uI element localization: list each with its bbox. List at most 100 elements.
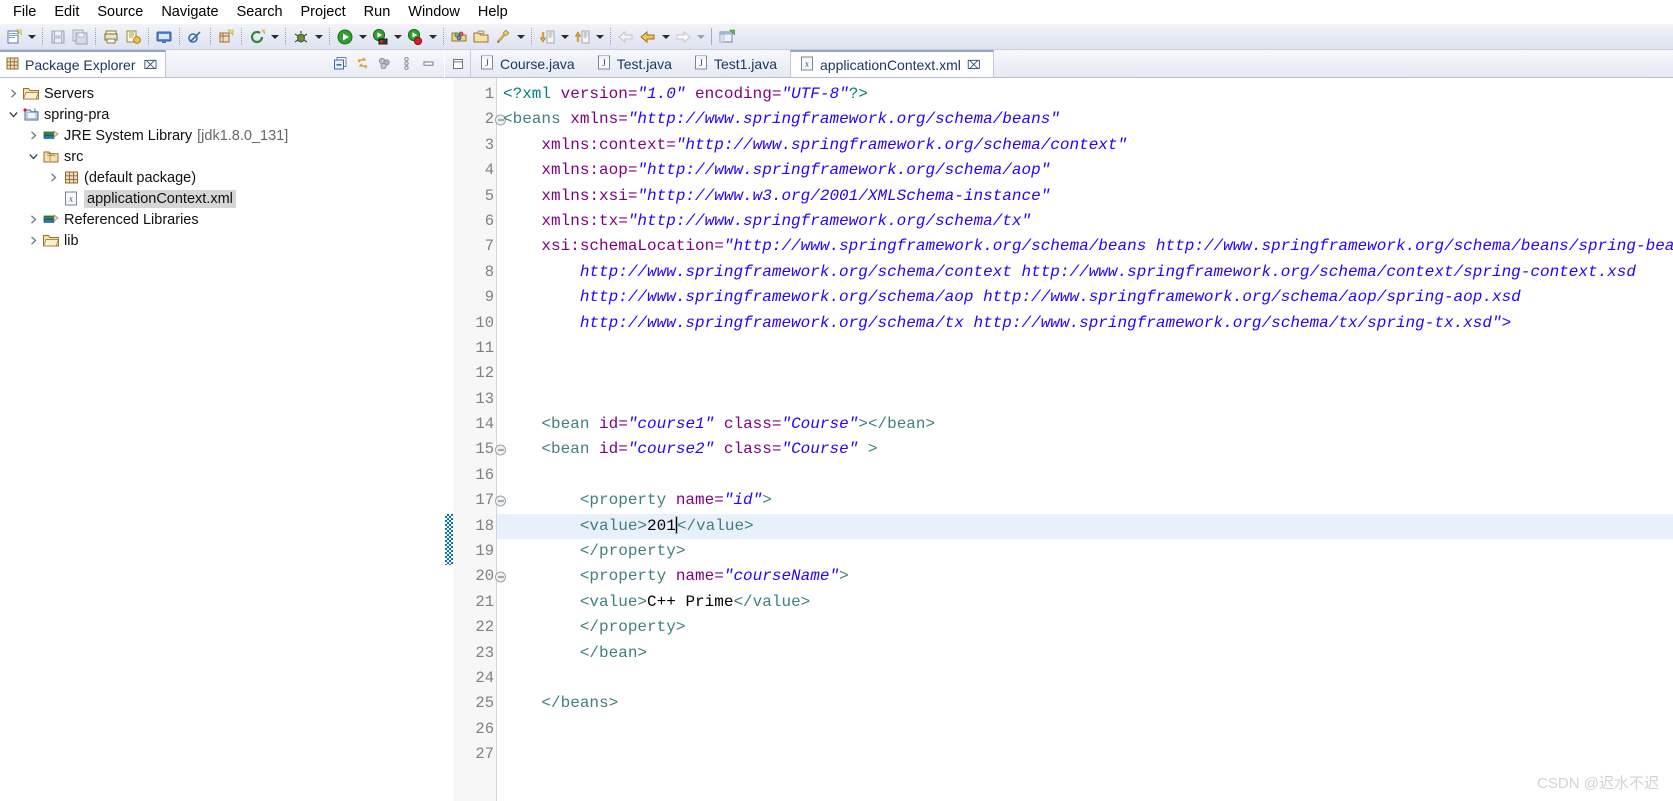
chevron-right-icon[interactable] [4,84,22,104]
menu-item-search[interactable]: Search [228,2,292,22]
menu-item-window[interactable]: Window [399,2,469,22]
code-line[interactable]: xmlns:tx="http://www.springframework.org… [497,209,1673,234]
open-type-icon[interactable] [448,26,470,48]
code-line[interactable]: <beans xmlns="http://www.springframework… [497,107,1673,132]
next-annotation-dropdown-arrow[interactable] [558,26,571,48]
chevron-right-icon[interactable] [24,126,42,146]
stop-server-dropdown-arrow[interactable] [426,26,439,48]
code-token: id= [599,440,628,459]
code-line[interactable] [497,361,1673,386]
stop-server-icon[interactable] [404,26,426,48]
new-wizard-dropdown-arrow[interactable] [25,26,38,48]
next-annotation-icon[interactable] [536,26,558,48]
search-icon[interactable] [492,26,514,48]
tree-item-applicationcontext-xml[interactable]: x applicationContext.xml [0,188,444,209]
project-tree[interactable]: Servers spring-pra JRE System Library [jdk1… [0,78,444,801]
debug-dropdown-arrow[interactable] [312,26,325,48]
back-dropdown-arrow[interactable] [659,26,672,48]
code-line[interactable]: http://www.springframework.org/schema/co… [497,260,1673,285]
code-line[interactable]: <bean id="course2" class="Course" > [497,437,1673,462]
code-line[interactable]: http://www.springframework.org/schema/tx… [497,311,1673,336]
code-line[interactable] [497,666,1673,691]
code-line[interactable] [497,336,1673,361]
search-dropdown-arrow[interactable] [514,26,527,48]
tab-package-explorer[interactable]: Package Explorer ⌧ [0,50,167,77]
menu-item-edit[interactable]: Edit [45,2,88,22]
code-line[interactable]: <value>201</value> [497,513,1673,540]
code-text[interactable]: <?xml version="1.0" encoding="UTF-8"?> <b… [497,78,1673,801]
code-line[interactable]: <?xml version="1.0" encoding="UTF-8"?> [497,82,1673,107]
editor-tab-test-java[interactable]: J Test.java [588,50,685,77]
menu-item-source[interactable]: Source [88,2,152,22]
link-with-editor-icon[interactable] [352,54,372,74]
code-line[interactable]: <value>C++ Prime</value> [497,590,1673,615]
menu-item-project[interactable]: Project [292,2,355,22]
print-icon[interactable] [100,26,122,48]
code-line[interactable]: </property> [497,615,1673,640]
chevron-down-icon[interactable] [4,105,22,125]
source-editor[interactable]: 1 2 3 4 5 6 7 8 9 10 11 12 13 14 15 16 17 18 19 20 21 22 23 24 2… [445,78,1673,801]
code-line[interactable]: </property> [497,539,1673,564]
chevron-right-icon[interactable] [44,168,62,188]
previous-annotation-dropdown-arrow[interactable] [593,26,606,48]
new-package-icon[interactable] [215,26,237,48]
code-line[interactable] [497,387,1673,412]
tree-item-jre-system-library[interactable]: JRE System Library [jdk1.8.0_131] [0,125,444,146]
restore-icon[interactable] [445,50,471,77]
save-all-icon[interactable] [69,26,91,48]
tree-item-lib[interactable]: lib [0,230,444,251]
menu-item-help[interactable]: Help [469,2,517,22]
tree-item-src[interactable]: src [0,146,444,167]
editor-tab-course-java[interactable]: J Course.java [471,50,588,77]
view-menu-icon[interactable] [374,54,394,74]
forward-dropdown-arrow[interactable] [694,26,707,48]
close-icon[interactable]: ⌧ [144,58,158,72]
menu-item-run[interactable]: Run [355,2,400,22]
code-token: <bean [541,415,600,434]
editor-tab-applicationcontext-xml[interactable]: x applicationContext.xml ⌧ [790,50,994,77]
close-icon[interactable]: ⌧ [967,58,981,72]
editor-tab-test1-java[interactable]: J Test1.java [685,50,790,77]
view-options-icon[interactable] [396,54,416,74]
build-all-icon[interactable] [122,26,144,48]
run-dropdown-arrow[interactable] [356,26,369,48]
menu-item-navigate[interactable]: Navigate [152,2,227,22]
code-line[interactable]: </bean> [497,641,1673,666]
collapse-all-icon[interactable] [330,54,350,74]
previous-annotation-icon[interactable] [571,26,593,48]
code-line[interactable]: <property name="courseName"> [497,564,1673,589]
minimize-icon[interactable] [418,54,438,74]
open-folder-icon[interactable] [470,26,492,48]
back-icon[interactable] [637,26,659,48]
debug-icon[interactable] [290,26,312,48]
code-line[interactable]: </beans> [497,691,1673,716]
chevron-right-icon[interactable] [24,231,42,251]
skip-breakpoints-icon[interactable] [184,26,206,48]
run-server-icon[interactable] [369,26,391,48]
new-wizard-icon[interactable] [3,26,25,48]
code-line[interactable]: <bean id="course1" class="Course"></bean… [497,412,1673,437]
open-perspective-icon[interactable] [716,26,738,48]
last-edit-dropdown-arrow[interactable] [268,26,281,48]
tree-item-servers[interactable]: Servers [0,83,444,104]
tree-item-default-package[interactable]: (default package) [0,167,444,188]
code-line[interactable]: xmlns:aop="http://www.springframework.or… [497,158,1673,183]
code-line[interactable]: xmlns:context="http://www.springframewor… [497,133,1673,158]
save-icon[interactable] [47,26,69,48]
code-line[interactable]: http://www.springframework.org/schema/ao… [497,285,1673,310]
last-edit-icon[interactable] [246,26,268,48]
code-line[interactable]: xmlns:xsi="http://www.w3.org/2001/XMLSch… [497,184,1673,209]
run-icon[interactable] [334,26,356,48]
run-server-dropdown-arrow[interactable] [391,26,404,48]
code-line[interactable] [497,742,1673,767]
chevron-down-icon[interactable] [24,147,42,167]
code-line[interactable] [497,463,1673,488]
tree-item-referenced-libraries[interactable]: Referenced Libraries [0,209,444,230]
console-icon[interactable] [153,26,175,48]
code-line[interactable]: xsi:schemaLocation="http://www.springfra… [497,234,1673,259]
menu-item-file[interactable]: File [4,2,45,22]
chevron-right-icon[interactable] [24,210,42,230]
tree-item-spring-pra[interactable]: spring-pra [0,104,444,125]
code-line[interactable]: <property name="id"> [497,488,1673,513]
code-line[interactable] [497,717,1673,742]
